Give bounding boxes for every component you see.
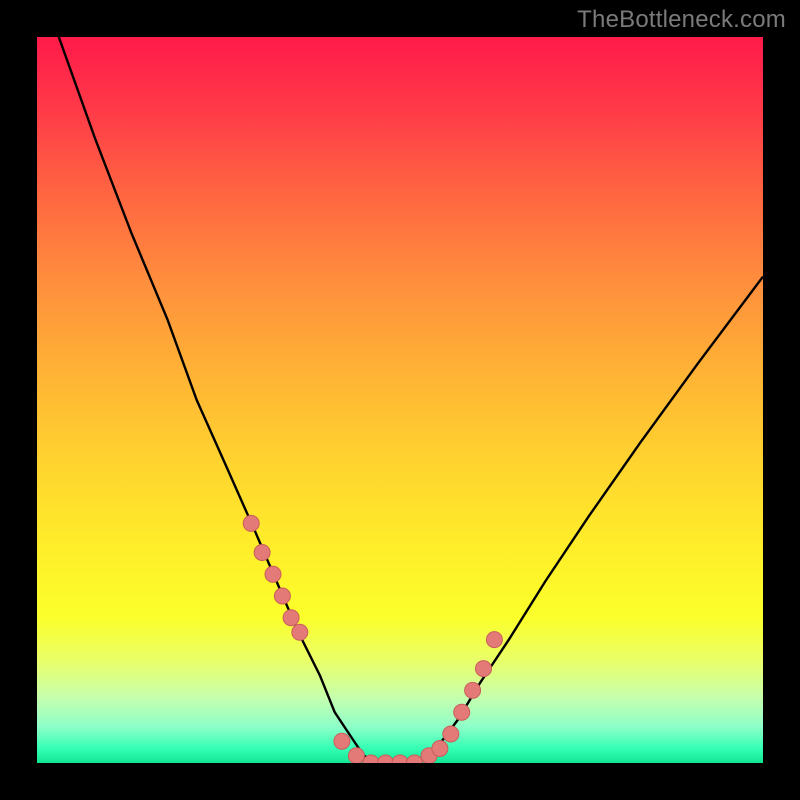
data-dot	[392, 755, 408, 763]
bottleneck-curve	[59, 37, 763, 763]
data-dot	[486, 632, 502, 648]
data-dot	[476, 661, 492, 677]
data-dot	[334, 733, 350, 749]
outer-frame: TheBottleneck.com	[0, 0, 800, 800]
watermark-text: TheBottleneck.com	[577, 6, 786, 34]
data-dot	[407, 755, 423, 763]
data-dot	[254, 545, 270, 561]
marker-group	[243, 515, 502, 763]
data-dot	[432, 741, 448, 757]
data-dot	[443, 726, 459, 742]
data-dot	[265, 566, 281, 582]
data-dot	[274, 588, 290, 604]
data-dot	[465, 682, 481, 698]
data-dot	[378, 755, 394, 763]
data-dot	[283, 610, 299, 626]
data-dot	[454, 704, 470, 720]
chart-overlay	[37, 37, 763, 763]
data-dot	[243, 515, 259, 531]
data-dot	[292, 624, 308, 640]
data-dot	[348, 748, 364, 763]
